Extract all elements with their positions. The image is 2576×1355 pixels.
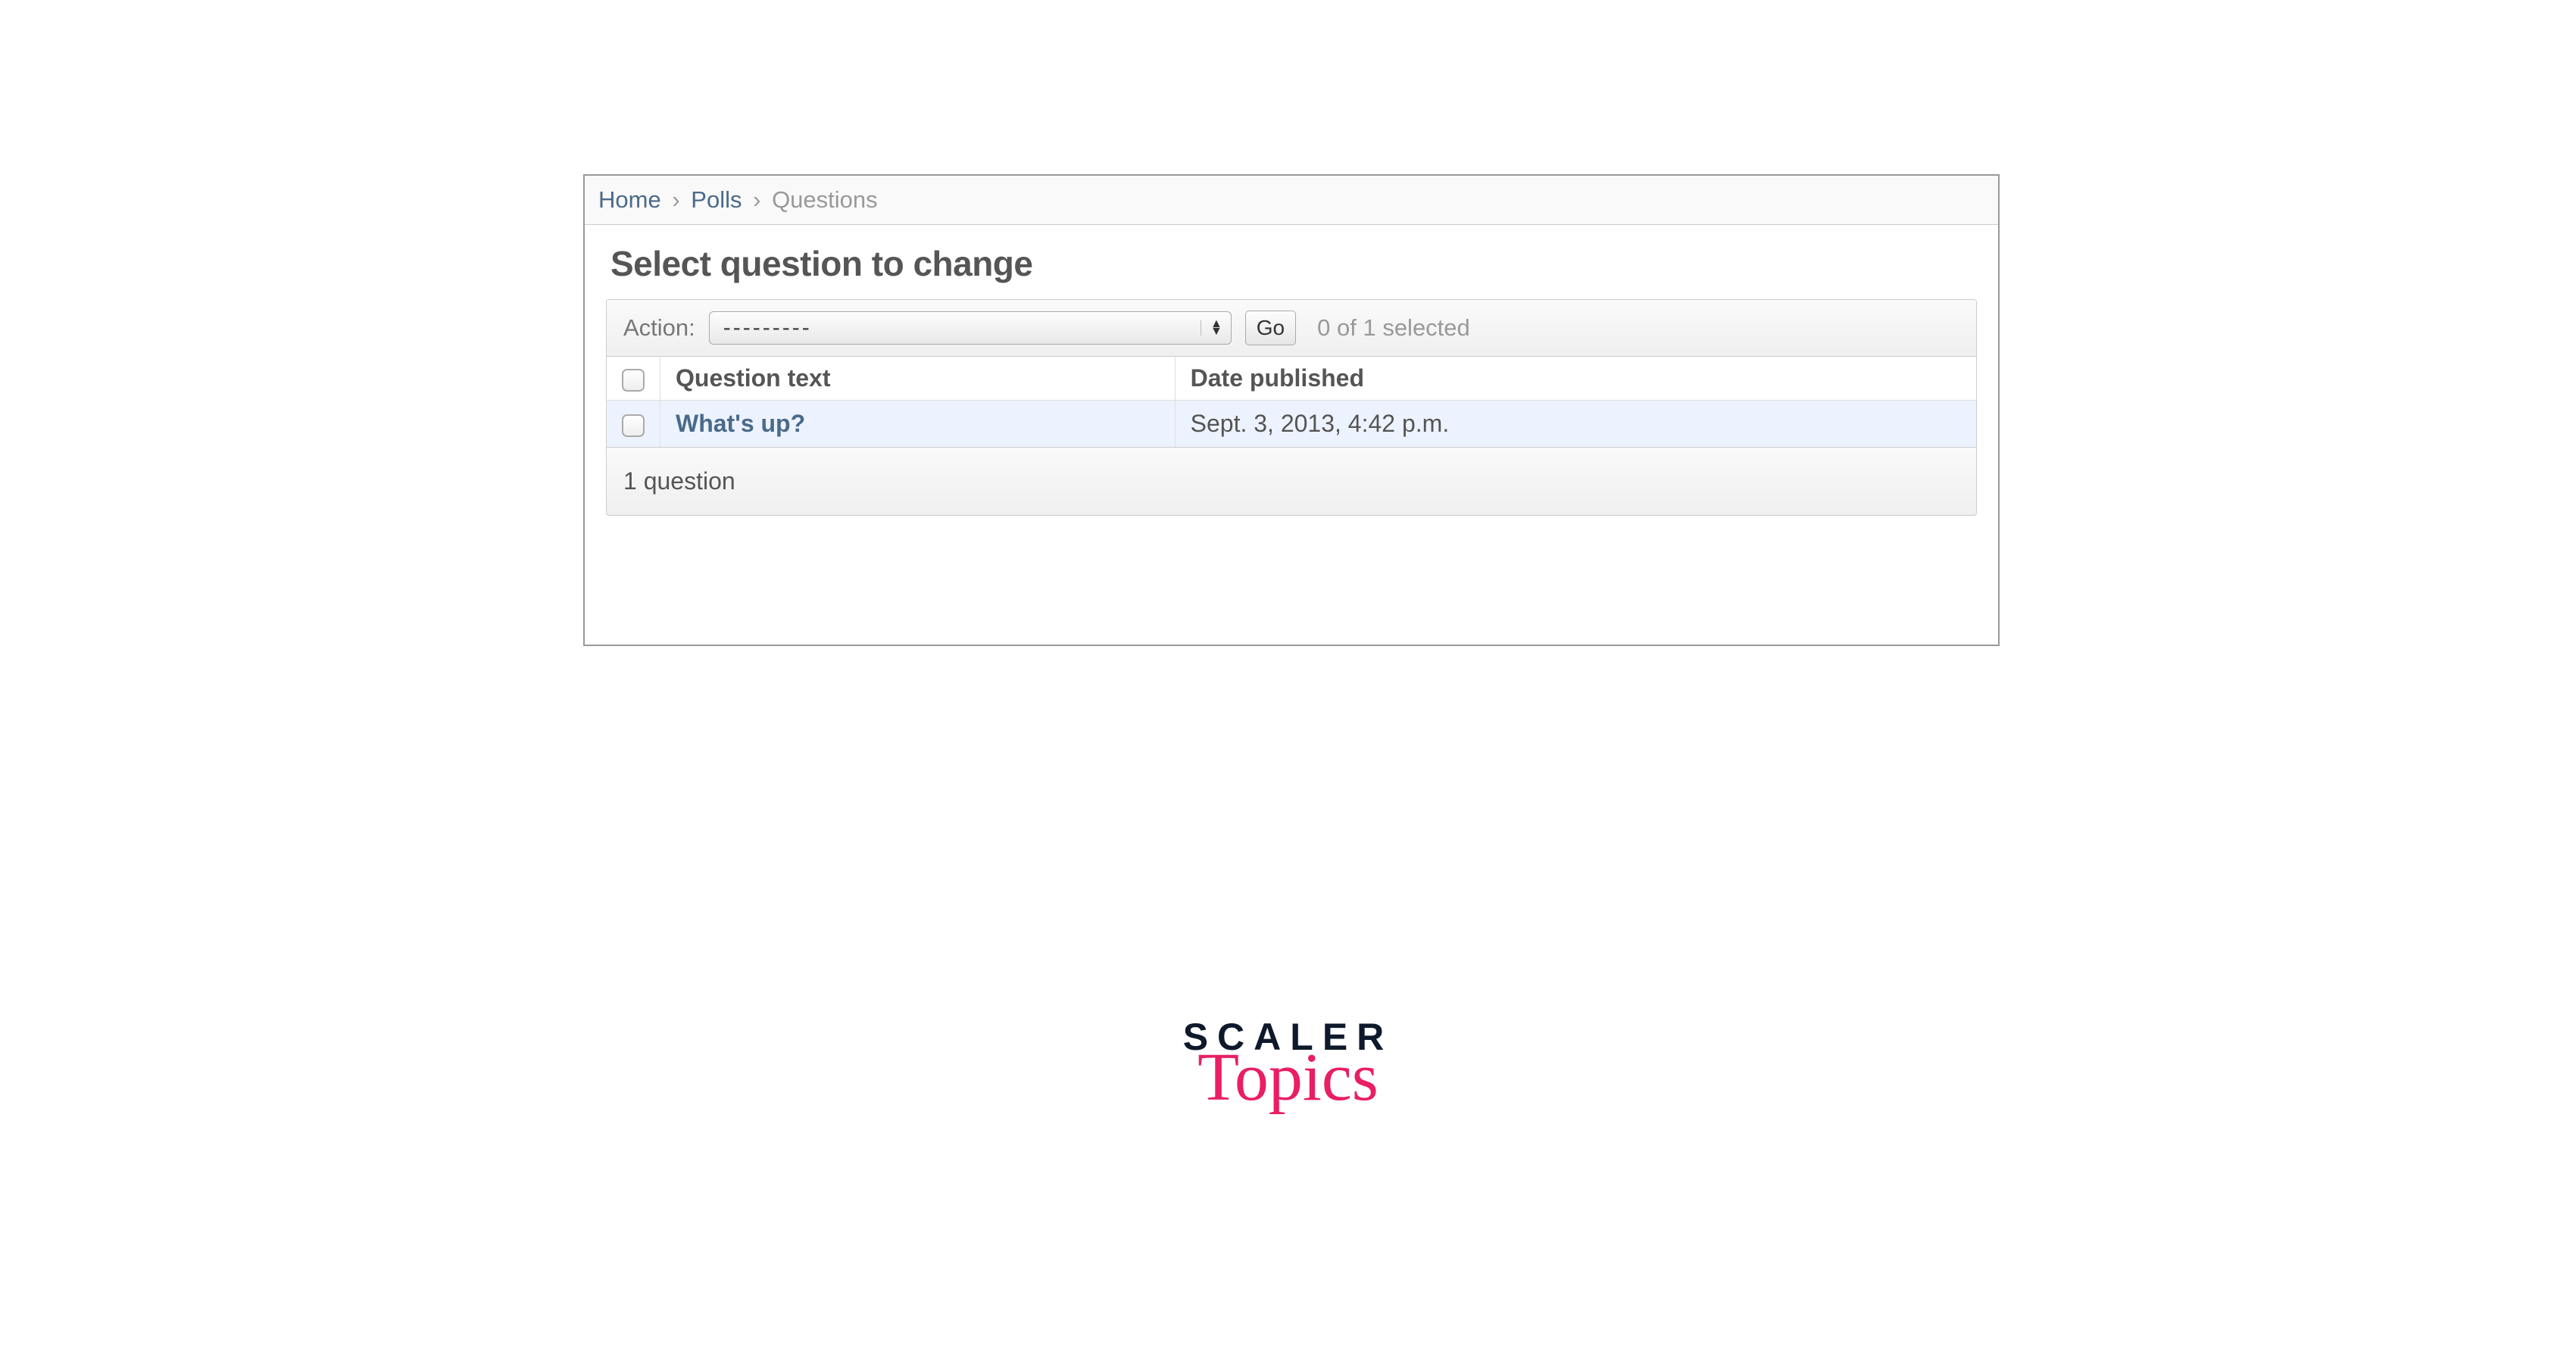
breadcrumb-separator: › bbox=[753, 186, 760, 213]
selection-count: 0 of 1 selected bbox=[1317, 314, 1470, 342]
actions-bar: Action: --------- ▲▼ Go 0 of 1 selected bbox=[607, 300, 1976, 357]
changelist-module: Action: --------- ▲▼ Go 0 of 1 selected … bbox=[606, 299, 1977, 448]
brand-line2: Topics bbox=[1183, 1044, 1394, 1112]
table-row: What's up? Sept. 3, 2013, 4:42 p.m. bbox=[607, 401, 1976, 448]
action-select[interactable]: --------- ▲▼ bbox=[709, 311, 1232, 345]
question-link[interactable]: What's up? bbox=[676, 410, 805, 437]
brand-logo: SCALER Topics bbox=[1183, 1015, 1394, 1112]
select-arrows-icon: ▲▼ bbox=[1201, 320, 1225, 336]
breadcrumb-polls-link[interactable]: Polls bbox=[691, 186, 742, 213]
breadcrumb-current: Questions bbox=[772, 186, 878, 213]
header-question-text[interactable]: Question text bbox=[660, 357, 1176, 401]
breadcrumb-home-link[interactable]: Home bbox=[598, 186, 661, 213]
changelist-table: Question text Date published What's up? … bbox=[607, 357, 1976, 447]
breadcrumb: Home › Polls › Questions bbox=[585, 176, 1998, 225]
row-question-text-cell: What's up? bbox=[660, 401, 1176, 448]
admin-panel: Home › Polls › Questions Select question… bbox=[583, 174, 2000, 646]
page-title: Select question to change bbox=[585, 225, 1998, 299]
row-checkbox[interactable] bbox=[622, 414, 645, 437]
breadcrumb-separator: › bbox=[672, 186, 679, 213]
header-date-published[interactable]: Date published bbox=[1175, 357, 1976, 401]
action-label: Action: bbox=[623, 314, 695, 342]
go-button[interactable]: Go bbox=[1245, 311, 1296, 345]
row-date-published-cell: Sept. 3, 2013, 4:42 p.m. bbox=[1175, 401, 1976, 448]
row-checkbox-cell bbox=[607, 401, 660, 448]
action-select-value: --------- bbox=[723, 315, 812, 341]
header-checkbox-cell bbox=[607, 357, 660, 401]
select-all-checkbox[interactable] bbox=[622, 369, 645, 392]
result-count: 1 question bbox=[606, 448, 1977, 516]
